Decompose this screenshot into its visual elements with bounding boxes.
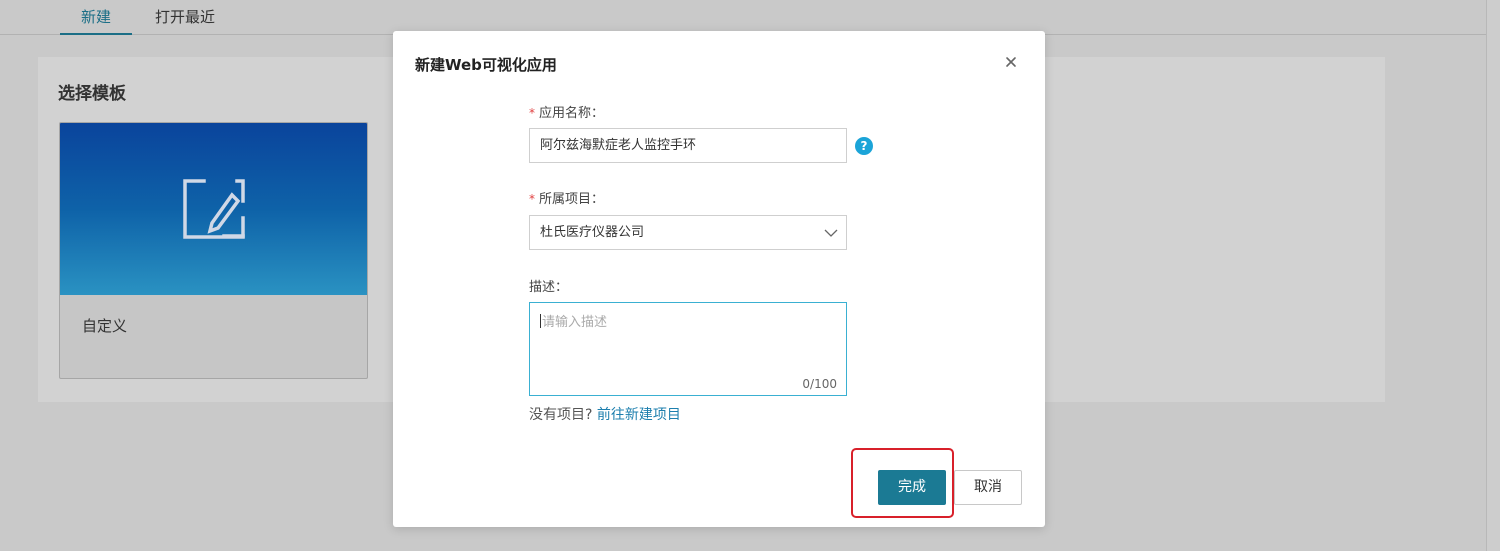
dialog-title: 新建Web可视化应用	[415, 56, 557, 74]
edit-doc-icon	[182, 179, 245, 239]
template-banner	[60, 123, 367, 295]
chevron-down-icon	[824, 229, 838, 237]
close-icon[interactable]	[1003, 54, 1019, 70]
tab-new[interactable]: 新建	[60, 6, 132, 35]
app-name-input[interactable]: 阿尔兹海默症老人监控手环	[529, 128, 847, 163]
template-card-custom[interactable]: 自定义	[59, 122, 368, 379]
project-label: * 所属项目：	[529, 188, 604, 207]
create-app-dialog: 新建Web可视化应用 * 应用名称： 阿尔兹海默症老人监控手环 ? * 所属项目： …	[393, 31, 1045, 527]
app-name-label-text: 应用名称：	[539, 106, 605, 121]
project-select-value: 杜氏医疗仪器公司	[540, 225, 645, 240]
required-mark: *	[529, 106, 535, 120]
no-project-hint: 没有项目? 前往新建项目	[529, 404, 681, 424]
required-mark: *	[529, 192, 535, 206]
template-label: 自定义	[82, 317, 128, 335]
text-caret	[540, 314, 541, 328]
create-project-link[interactable]: 前往新建项目	[597, 407, 681, 423]
char-counter: 0/100	[802, 377, 837, 391]
project-label-text: 所属项目：	[539, 192, 605, 207]
tab-open-recent[interactable]: 打开最近	[150, 6, 220, 35]
hint-text: 没有项目?	[529, 407, 593, 423]
help-icon[interactable]: ?	[855, 137, 873, 155]
top-tabs: 新建 打开最近	[0, 0, 1486, 35]
project-select[interactable]: 杜氏医疗仪器公司	[529, 215, 847, 250]
app-name-label: * 应用名称：	[529, 102, 604, 121]
cancel-button[interactable]: 取消	[954, 470, 1022, 505]
page-scrollbar[interactable]	[1486, 0, 1500, 551]
description-label: 描述：	[529, 280, 569, 295]
description-textarea[interactable]: 请输入描述 0/100	[529, 302, 847, 396]
finish-button[interactable]: 完成	[878, 470, 946, 505]
panel-title: 选择模板	[58, 84, 126, 104]
description-placeholder: 请输入描述	[542, 315, 608, 330]
